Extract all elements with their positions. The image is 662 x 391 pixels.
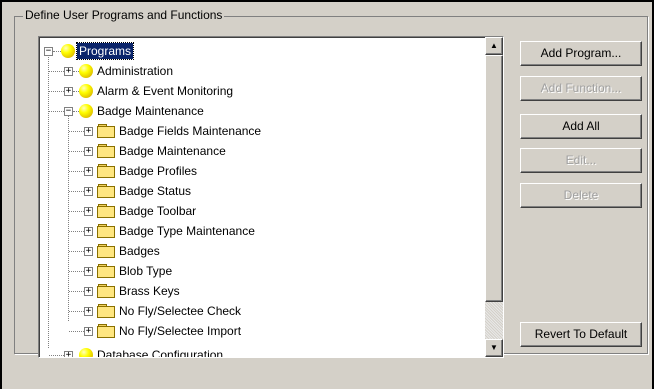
- program-icon: [79, 64, 93, 78]
- expand-toggle[interactable]: +: [84, 207, 93, 216]
- arrow-up-icon: ▲: [490, 41, 498, 50]
- tree-label-badge-maintenance: Badge Maintenance: [97, 104, 204, 118]
- tree-node-no-fly-selectee-import[interactable]: + No Fly/Selectee Import: [39, 321, 479, 341]
- expand-toggle-alarm-event[interactable]: +: [64, 87, 73, 96]
- scroll-down-button[interactable]: ▼: [485, 339, 503, 357]
- expand-toggle[interactable]: +: [84, 247, 93, 256]
- tree-label-badges: Badges: [119, 244, 160, 258]
- program-icon: [79, 84, 93, 98]
- collapse-toggle-badge-maintenance[interactable]: −: [64, 107, 73, 116]
- tree-label-no-fly-selectee-import: No Fly/Selectee Import: [119, 324, 242, 338]
- tree-node-badge-type-maintenance[interactable]: + Badge Type Maintenance: [39, 221, 479, 241]
- tree-label-badge-type-maintenance: Badge Type Maintenance: [119, 224, 255, 238]
- tree-node-administration[interactable]: + Administration: [39, 61, 479, 81]
- tree-node-alarm-event-monitoring[interactable]: + Alarm & Event Monitoring: [39, 81, 479, 101]
- expand-toggle[interactable]: +: [84, 167, 93, 176]
- scroll-thumb[interactable]: [485, 55, 503, 302]
- tree-label-badge-profiles: Badge Profiles: [119, 164, 198, 178]
- tree-node-brass-keys[interactable]: + Brass Keys: [39, 281, 479, 301]
- folder-icon: [97, 284, 115, 298]
- expand-toggle-administration[interactable]: +: [64, 67, 73, 76]
- tree-node-badge-maintenance-function[interactable]: + Badge Maintenance: [39, 141, 479, 161]
- collapse-toggle-programs[interactable]: −: [44, 47, 53, 56]
- tree-node-blob-type[interactable]: + Blob Type: [39, 261, 479, 281]
- tree-node-badge-maintenance[interactable]: − Badge Maintenance: [39, 101, 479, 121]
- programs-icon: [61, 44, 75, 58]
- expand-toggle[interactable]: +: [84, 287, 93, 296]
- folder-icon: [97, 224, 115, 238]
- arrow-down-icon: ▼: [490, 343, 498, 352]
- tree-label-brass-keys: Brass Keys: [119, 284, 180, 298]
- revert-to-default-button[interactable]: Revert To Default: [520, 322, 642, 347]
- tree-label-no-fly-selectee-check: No Fly/Selectee Check: [119, 304, 242, 318]
- tree-vertical-scrollbar[interactable]: ▲ ▼: [485, 37, 503, 357]
- tree-node-no-fly-selectee-check[interactable]: + No Fly/Selectee Check: [39, 301, 479, 321]
- tree-label-badge-maintenance-function: Badge Maintenance: [119, 144, 226, 158]
- tree-label-database-configuration: Database Configuration: [97, 348, 224, 357]
- folder-icon: [97, 164, 115, 178]
- folder-icon: [97, 244, 115, 258]
- expand-toggle[interactable]: +: [84, 307, 93, 316]
- tree-label-badge-toolbar: Badge Toolbar: [119, 204, 197, 218]
- folder-icon: [97, 324, 115, 338]
- tree-node-database-configuration[interactable]: + Database Configuration: [39, 345, 479, 357]
- tree-label-alarm-event-monitoring: Alarm & Event Monitoring: [97, 84, 234, 98]
- add-function-button[interactable]: Add Function...: [520, 76, 642, 101]
- folder-icon: [97, 124, 115, 138]
- folder-icon: [97, 264, 115, 278]
- tree-label-programs: Programs: [75, 42, 135, 60]
- dialog-panel: Define User Programs and Functions − Pro…: [0, 0, 654, 389]
- tree-node-programs[interactable]: − Programs: [39, 41, 479, 61]
- expand-toggle[interactable]: +: [84, 267, 93, 276]
- tree-node-badge-fields-maintenance[interactable]: + Badge Fields Maintenance: [39, 121, 479, 141]
- tree-label-blob-type: Blob Type: [119, 264, 173, 278]
- folder-icon: [97, 304, 115, 318]
- programs-tree-view[interactable]: − Programs + Administration + Alarm & Ev…: [38, 36, 504, 358]
- expand-toggle[interactable]: +: [84, 227, 93, 236]
- program-icon: [79, 104, 93, 118]
- delete-button[interactable]: Delete: [520, 183, 642, 208]
- folder-icon: [97, 204, 115, 218]
- expand-toggle[interactable]: +: [84, 127, 93, 136]
- program-icon: [79, 348, 93, 357]
- expand-toggle[interactable]: +: [84, 187, 93, 196]
- tree-items: − Programs + Administration + Alarm & Ev…: [39, 37, 482, 357]
- folder-icon: [97, 184, 115, 198]
- tree-node-badge-profiles[interactable]: + Badge Profiles: [39, 161, 479, 181]
- tree-node-badge-status[interactable]: + Badge Status: [39, 181, 479, 201]
- expand-toggle[interactable]: +: [84, 147, 93, 156]
- add-program-button[interactable]: Add Program...: [520, 41, 642, 66]
- expand-toggle[interactable]: +: [64, 351, 73, 357]
- scroll-up-button[interactable]: ▲: [485, 37, 503, 55]
- folder-icon: [97, 144, 115, 158]
- add-all-button[interactable]: Add All: [520, 114, 642, 139]
- groupbox-title: Define User Programs and Functions: [23, 8, 225, 22]
- tree-label-badge-status: Badge Status: [119, 184, 192, 198]
- tree-node-badge-toolbar[interactable]: + Badge Toolbar: [39, 201, 479, 221]
- edit-button[interactable]: Edit...: [520, 148, 642, 173]
- tree-node-badges[interactable]: + Badges: [39, 241, 479, 261]
- tree-label-administration: Administration: [97, 64, 174, 78]
- expand-toggle[interactable]: +: [84, 327, 93, 336]
- tree-label-badge-fields-maintenance: Badge Fields Maintenance: [119, 124, 262, 138]
